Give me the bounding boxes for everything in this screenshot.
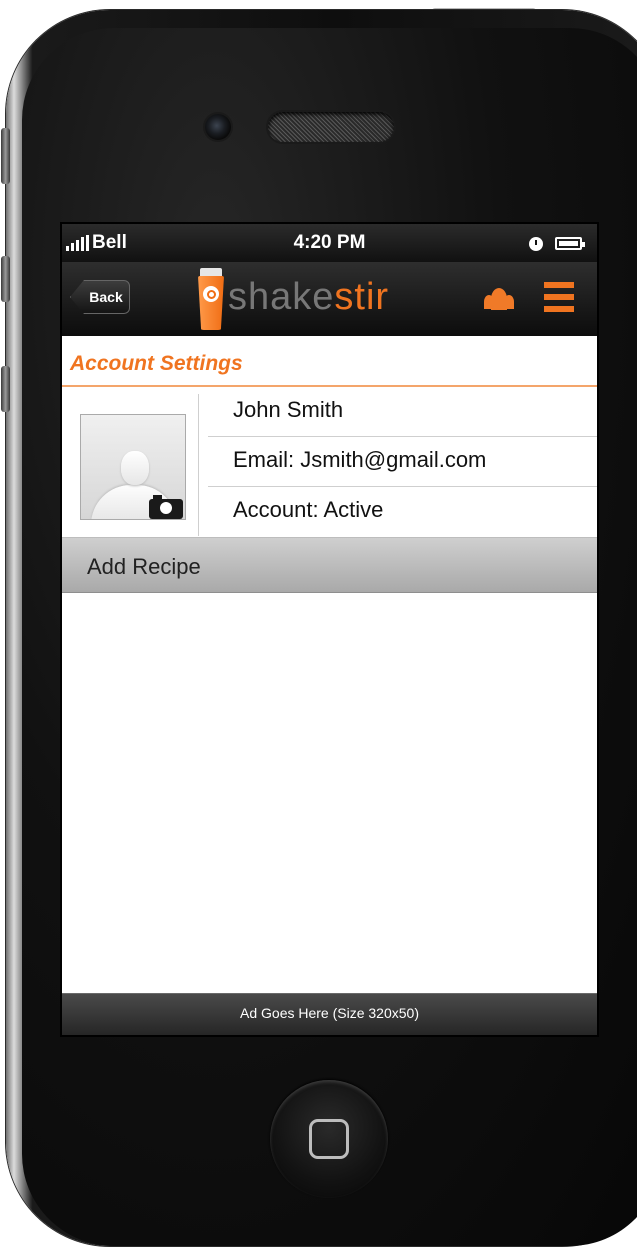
add-recipe-label: Add Recipe: [87, 554, 201, 579]
profile-account-status: Account: Active: [233, 497, 384, 522]
nav-bar: Back shakestir: [62, 262, 597, 336]
profile-email: Email: Jsmith@gmail.com: [233, 447, 487, 472]
add-recipe-button[interactable]: Add Recipe: [62, 537, 597, 593]
profile-account-row: Account: Active: [208, 487, 597, 537]
ad-banner-label: Ad Goes Here (Size 320x50): [240, 1005, 419, 1021]
status-time: 4:20 PM: [293, 232, 366, 253]
back-button-label: Back: [89, 289, 123, 305]
volume-down-button: [1, 366, 10, 412]
home-square-icon: [309, 1119, 349, 1159]
front-camera: [205, 114, 231, 140]
page-title: Account Settings: [70, 352, 243, 375]
status-bar: Bell 4:20 PM: [62, 224, 597, 262]
app-logo: shakestir: [228, 276, 389, 319]
avatar-placeholder-head: [121, 451, 149, 485]
profile-divider: [198, 394, 199, 536]
menu-icon[interactable]: [544, 282, 574, 312]
alarm-icon: [529, 237, 543, 251]
camera-icon[interactable]: [149, 495, 183, 519]
ad-banner[interactable]: Ad Goes Here (Size 320x50): [62, 993, 597, 1035]
profile-email-row: Email: Jsmith@gmail.com: [208, 437, 597, 487]
battery-icon: [555, 237, 585, 250]
people-icon[interactable]: [482, 282, 516, 312]
logo-text-stir: stir: [334, 276, 390, 318]
profile-name: John Smith: [233, 397, 344, 422]
volume-up-button: [1, 256, 10, 302]
mockup-canvas: Bell 4:20 PM Back shakestir Account Sett…: [0, 0, 637, 1248]
home-button[interactable]: [270, 1080, 388, 1198]
mute-switch: [1, 128, 10, 184]
app-screen: Bell 4:20 PM Back shakestir Account Sett…: [62, 224, 597, 1035]
back-button[interactable]: Back: [70, 280, 130, 314]
earpiece-speaker: [268, 112, 394, 142]
shaker-cup-icon: [198, 268, 224, 330]
profile-name-row: John Smith: [208, 387, 597, 437]
logo-text-shake: shake: [228, 276, 335, 318]
profile-photo[interactable]: [80, 414, 186, 520]
